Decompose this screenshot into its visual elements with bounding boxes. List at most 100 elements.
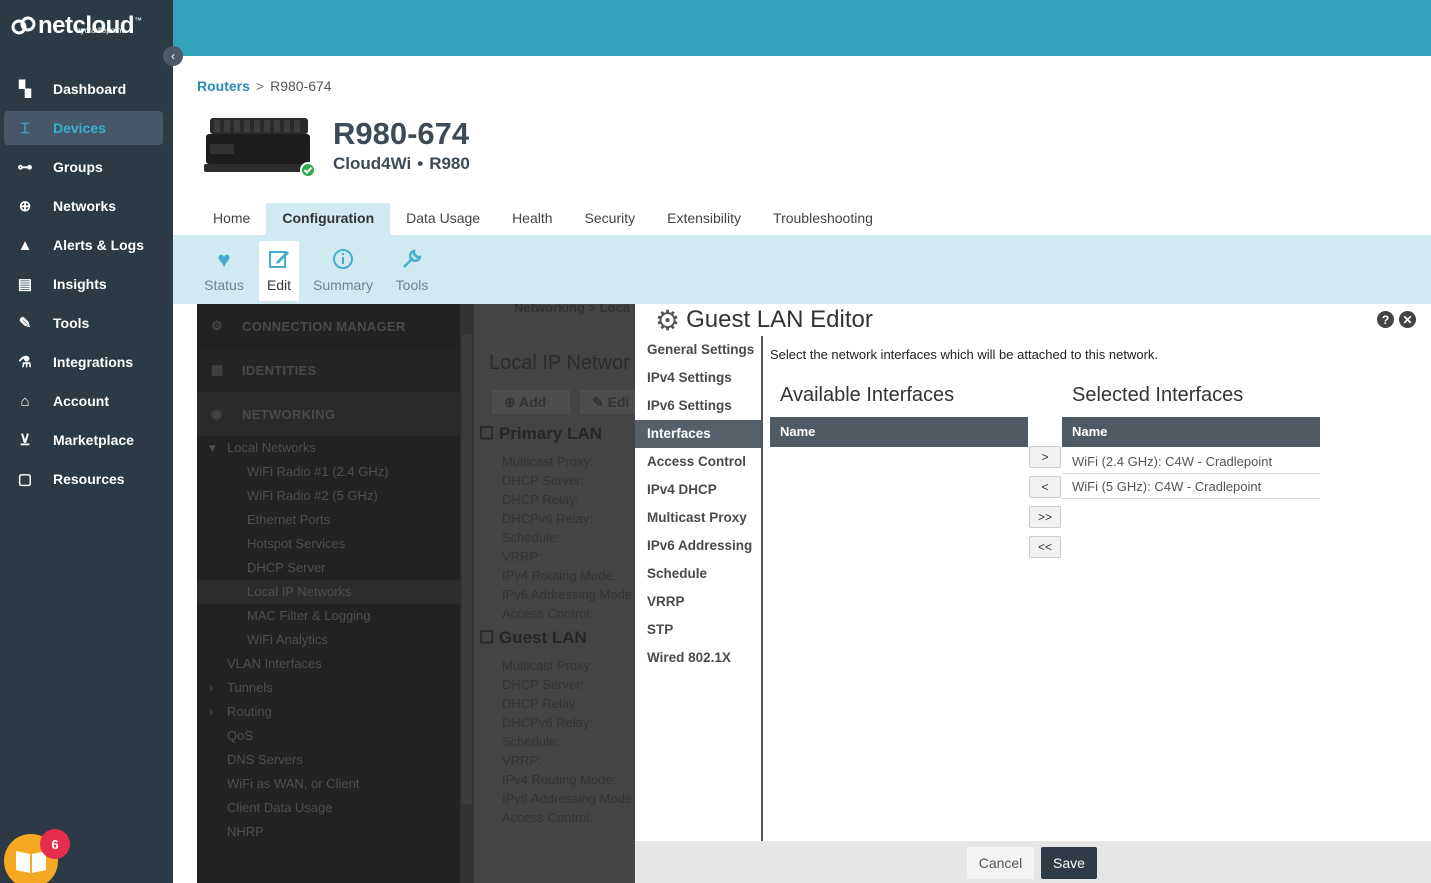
tab-configuration[interactable]: Configuration: [266, 203, 391, 235]
sidebar-item-label: Devices: [53, 120, 106, 136]
checkbox[interactable]: ☐: [479, 628, 499, 647]
breadcrumb-current: R980-674: [270, 78, 332, 94]
tree-item[interactable]: Local IP Networks: [197, 580, 460, 604]
edit-button[interactable]: ✎ Edi: [580, 390, 635, 414]
wrench-icon: [393, 247, 431, 277]
sidebar-item-insights[interactable]: ▤ Insights: [4, 267, 163, 301]
editor-nav-general-settings[interactable]: General Settings: [635, 336, 761, 364]
tab-data-usage[interactable]: Data Usage: [390, 203, 496, 235]
tree-item[interactable]: ▾ Local Networks: [197, 436, 460, 460]
sidebar-item-alerts-logs[interactable]: ▲ Alerts & Logs: [4, 228, 163, 262]
tree-header-identities[interactable]: ▦ IDENTITIES: [197, 348, 460, 392]
tree-item[interactable]: › Routing: [197, 700, 460, 724]
edit-tool-label: Edit: [266, 277, 292, 293]
interface-list-item[interactable]: WiFi (2.4 GHz): C4W - Cradlepoint: [1062, 450, 1320, 474]
editor-nav-ipv6-settings[interactable]: IPv6 Settings: [635, 392, 761, 420]
tab-troubleshooting[interactable]: Troubleshooting: [757, 203, 889, 235]
sidebar-item-account[interactable]: ⌂ Account: [4, 384, 163, 418]
status-tool[interactable]: ♥ Status: [203, 241, 245, 301]
tree-item-label: VLAN Interfaces: [227, 656, 322, 671]
tools-tool[interactable]: Tools: [393, 241, 431, 301]
tree-item[interactable]: DNS Servers: [197, 748, 460, 772]
tree-item[interactable]: › Tunnels: [197, 676, 460, 700]
sidebar-item-resources[interactable]: ▢ Resources: [4, 462, 163, 496]
move-all-left-button[interactable]: <<: [1029, 536, 1061, 558]
device-account: Cloud4Wi: [333, 154, 412, 173]
sidebar-item-marketplace[interactable]: ⊻ Marketplace: [4, 423, 163, 457]
tree-item[interactable]: NHRP: [197, 820, 460, 844]
sidebar-item-networks[interactable]: ⊕ Networks: [4, 189, 163, 223]
editor-nav-schedule[interactable]: Schedule: [635, 560, 761, 588]
network-field-label: DHCPv6 Relay:: [502, 715, 594, 730]
editor-nav-access-control[interactable]: Access Control: [635, 448, 761, 476]
breadcrumb-routers-link[interactable]: Routers: [197, 78, 250, 94]
collapse-sidebar-button[interactable]: ‹: [163, 46, 183, 66]
tree-header-connection-manager[interactable]: ⚙ CONNECTION MANAGER: [197, 304, 460, 348]
editor-nav-ipv6-addressing[interactable]: IPv6 Addressing: [635, 532, 761, 560]
network-field-label: IPv4 Routing Mode:: [502, 772, 617, 787]
selected-interfaces-title: Selected Interfaces: [1072, 384, 1244, 406]
tree-item[interactable]: WiFi Radio #2 (5 GHz): [197, 484, 460, 508]
device-tabs: Home Configuration Data Usage Health Securit…: [197, 203, 889, 235]
available-interfaces-title: Available Interfaces: [780, 384, 955, 406]
sidebar-item-devices[interactable]: ⌶ Devices: [4, 111, 163, 145]
available-name-header[interactable]: Name: [770, 417, 1028, 447]
tree-header-networking[interactable]: ◉ NETWORKING: [197, 392, 460, 436]
logo-sub: bycradlepoint: [76, 26, 124, 35]
editor-nav-interfaces[interactable]: Interfaces: [635, 420, 761, 448]
tree-item[interactable]: QoS: [197, 724, 460, 748]
globe-icon: ⊕: [18, 198, 32, 215]
network-field-label: Multicast Proxy:: [502, 658, 594, 673]
tree-item[interactable]: MAC Filter & Logging: [197, 604, 460, 628]
network-field-label: DHCP Relay:: [502, 696, 580, 711]
editor-title: ⚙ Guest LAN Editor: [655, 305, 873, 336]
sidebar-item-label: Integrations: [53, 354, 134, 370]
editor-nav-ipv4-dhcp[interactable]: IPv4 DHCP: [635, 476, 761, 504]
interface-list-item[interactable]: WiFi (5 GHz): C4W - Cradlepoint: [1062, 475, 1320, 499]
editor-nav-vrrp[interactable]: VRRP: [635, 588, 761, 616]
summary-tool[interactable]: Summary: [313, 241, 373, 301]
tab-health[interactable]: Health: [496, 203, 568, 235]
sidebar-item-dashboard[interactable]: ▚ Dashboard: [4, 72, 163, 106]
globe-icon: ◉: [211, 406, 223, 421]
move-all-right-button[interactable]: >>: [1029, 506, 1061, 528]
tree-scrollbar[interactable]: [460, 304, 474, 883]
local-ip-networks-panel: Networking > Loca Local IP Networ ⊕ Add …: [474, 304, 635, 883]
network-group-0[interactable]: ☐ Primary LAN: [479, 424, 602, 444]
help-button[interactable]: ?: [1377, 311, 1394, 328]
add-button[interactable]: ⊕ Add: [492, 390, 570, 414]
editor-nav-multicast-proxy[interactable]: Multicast Proxy: [635, 504, 761, 532]
tree-item[interactable]: WiFi Radio #1 (2.4 GHz): [197, 460, 460, 484]
checkbox[interactable]: ☐: [479, 424, 499, 443]
tree-item[interactable]: WiFi as WAN, or Client: [197, 772, 460, 796]
move-right-button[interactable]: >: [1029, 446, 1061, 468]
tree-item[interactable]: WiFi Analytics: [197, 628, 460, 652]
tree-item[interactable]: VLAN Interfaces: [197, 652, 460, 676]
editor-nav-ipv4-settings[interactable]: IPv4 Settings: [635, 364, 761, 392]
editor-nav-wired-802-1x[interactable]: Wired 802.1X: [635, 644, 761, 672]
sidebar-item-integrations[interactable]: ⚗ Integrations: [4, 345, 163, 379]
tree-item[interactable]: Ethernet Ports: [197, 508, 460, 532]
sidebar-item-groups[interactable]: ⊶ Groups: [4, 150, 163, 184]
tree-item[interactable]: Client Data Usage: [197, 796, 460, 820]
tree-item[interactable]: DHCP Server: [197, 556, 460, 580]
tree-arrow-icon: ▾: [209, 440, 216, 455]
sidebar-item-tools[interactable]: ✎ Tools: [4, 306, 163, 340]
move-left-button[interactable]: <: [1029, 476, 1061, 498]
tree-item-label: Ethernet Ports: [247, 512, 331, 527]
tab-home[interactable]: Home: [197, 203, 266, 235]
tree-item[interactable]: Hotspot Services: [197, 532, 460, 556]
save-button[interactable]: Save: [1041, 847, 1097, 879]
tree-rows: ▾ Local Networks WiFi Radio #1 (2.4 GHz) Wi…: [197, 436, 460, 844]
editor-nav-stp[interactable]: STP: [635, 616, 761, 644]
close-button[interactable]: ✕: [1399, 311, 1416, 328]
selected-name-header[interactable]: Name: [1062, 417, 1320, 447]
edit-tool[interactable]: Edit: [259, 241, 299, 301]
scrollbar-thumb[interactable]: [462, 334, 472, 804]
cancel-button[interactable]: Cancel: [967, 847, 1034, 879]
tab-extensibility[interactable]: Extensibility: [651, 203, 757, 235]
network-group-1[interactable]: ☐ Guest LAN: [479, 628, 587, 648]
tab-security[interactable]: Security: [569, 203, 652, 235]
router-image: [204, 118, 314, 178]
sidebar-item-label: Tools: [53, 315, 90, 331]
